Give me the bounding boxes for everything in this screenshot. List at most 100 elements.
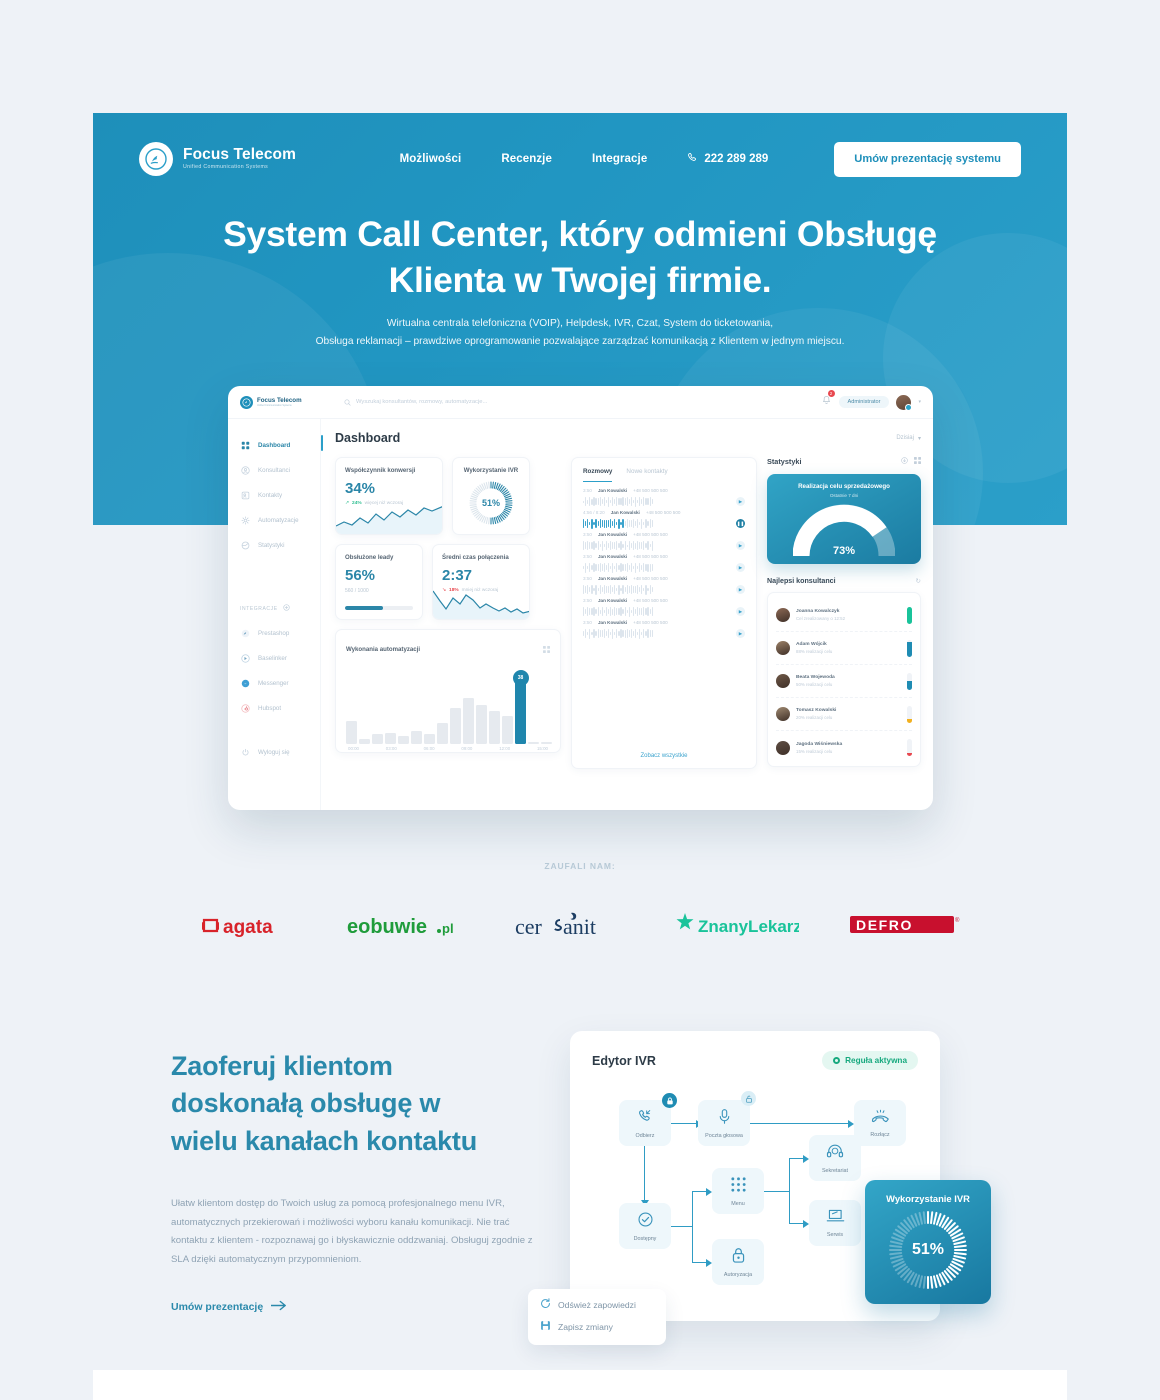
conversation-waveform: ▶ [583,562,745,573]
waveform-bar [614,541,616,550]
card-sales-goal: Realizacja celu sprzedażowego Ostatnie 7… [767,474,921,564]
download-icon[interactable] [901,457,908,466]
sidebar-integration-prestashop[interactable]: Prestashop [240,621,320,646]
conversation-row[interactable]: 3:50 Jan Kowalski +48 500 500 500 ▶ [583,598,745,617]
consultant-row[interactable]: Beata Wojewoda 50% realizacji celu [776,665,912,698]
lock-open-icon[interactable] [741,1091,756,1106]
refresh-announcements-button[interactable]: Odśwież zapowiedzi [540,1298,654,1311]
play-button[interactable]: ▶ [736,541,745,550]
sidebar-integration-messenger[interactable]: Messenger [240,671,320,696]
sidebar-item-konsultanci[interactable]: Konsultanci [240,458,320,483]
waveform-bar [649,543,651,548]
see-all-link[interactable]: Zobacz wszystkie [572,747,756,768]
add-integration-icon[interactable] [283,604,290,613]
waveform-bar [587,518,589,529]
consultant-row[interactable]: Tomasz Kowalski 20% realizacji celu [776,698,912,731]
tab-nowe-kontakty[interactable]: Nowe kontakty [626,468,667,482]
conversation-row[interactable]: 3:50 Jan Kowalski +48 500 500 500 ▶ [583,620,745,639]
waveform-bar [603,610,605,613]
play-button[interactable]: ▶ [736,607,745,616]
play-button[interactable]: ▶ [736,497,745,506]
notifications-button[interactable]: 2 [821,390,835,411]
axis-tick-label: 00:00 [348,746,359,751]
ivr-node-menu[interactable]: Menu [712,1168,764,1214]
refresh-icon[interactable]: ↻ [916,577,921,585]
expand-icon[interactable] [914,457,921,466]
brand-logo[interactable]: Focus Telecom Unified Communication Syst… [139,142,296,176]
chevron-down-icon[interactable]: ▾ [918,399,921,405]
lock-closed-icon[interactable] [662,1093,677,1108]
waveform-bar [605,499,608,504]
card-title: Obsłużone leady [345,554,394,561]
waveform-bar [601,520,603,527]
sidebar-item-statystyki[interactable]: Statystyki [240,533,320,558]
avatar[interactable] [896,394,913,411]
waveform-bar [614,607,616,616]
conversation-time: 3:50 [583,532,592,537]
waveform-bar [630,562,632,573]
sidebar-item-kontakty[interactable]: Kontakty [240,483,320,508]
feature-cta-link[interactable]: Umów prezentację [171,1300,287,1314]
ivr-node-autoryzacja[interactable]: Autoryzacja [712,1239,764,1285]
bar [476,704,487,744]
consultant-row[interactable]: Adam Wójcik 88% realizacji celu [776,632,912,665]
bar-value-bubble: 38 [512,670,529,686]
nav-item-recenzje[interactable]: Recenzje [501,153,552,165]
microphone-icon [717,1108,732,1130]
waveform-bar [618,584,620,595]
play-button[interactable]: ▶ [736,629,745,638]
waveform-bar [593,497,595,506]
waveform-bar [585,562,587,573]
svg-text:cer: cer [515,914,543,939]
conversation-phone: +48 500 500 500 [633,576,668,581]
nav-item-mozliwosci[interactable]: Możliwości [400,153,462,165]
waveform-bar [649,518,651,529]
sidebar-item-dashboard[interactable]: Dashboard [240,433,320,458]
flow-edge [692,1191,694,1263]
dashboard-logo: Focus Telecom Unified Communication Syst… [240,395,328,409]
waveform-bar [585,586,587,593]
search-input[interactable]: Wyszukaj konsultantów, rozmowy, automaty… [344,393,487,411]
nav-item-integracje[interactable]: Integracje [592,153,647,165]
conversation-row[interactable]: 3:50 Jan Kowalski +48 500 500 500 ▶ [583,532,745,551]
ivr-node-odbierz[interactable]: Odbierz [619,1100,671,1146]
ivr-node-serwis[interactable]: Serwis [809,1200,861,1246]
user-role-chip[interactable]: Administrator [838,396,890,408]
save-changes-button[interactable]: Zapisz zmiany [540,1320,654,1333]
tab-rozmowy[interactable]: Rozmowy [583,468,613,482]
sidebar-item-automatyzacje[interactable]: Automatyzacje [240,508,320,533]
flow-edge [750,1123,850,1125]
card-conversion-rate: Współczynnik konwersji 34% ↗ 24% więcej … [335,457,443,535]
consultant-row[interactable]: Joanna Kowalczyk Cel zrealizowany o 12:52 [776,599,912,632]
client-logo-defro: DEFRO ® [850,912,960,938]
sidebar-integration-hubspot[interactable]: Hubspot [240,696,320,721]
waveform-bar [620,563,622,572]
expand-icon[interactable] [543,640,550,658]
waveform-bar [637,518,639,529]
play-button[interactable]: ▶ [736,563,745,572]
ivr-node-rozlacz[interactable]: Rozłącz [854,1100,906,1146]
waveform-bar [587,499,589,504]
phone-link[interactable]: 222 289 289 [687,152,768,166]
sidebar-integration-baselinker[interactable]: Baselinker [240,646,320,671]
ivr-node-dostepny[interactable]: Dostępny [619,1203,671,1249]
bar [489,711,500,744]
period-selector[interactable]: Dzisiaj ▾ [896,435,921,442]
waveform-bar [628,519,630,528]
ivr-node-sekretariat[interactable]: Sekretariat [809,1135,861,1181]
conversation-row[interactable]: 3:50 Jan Kowalski +48 500 500 500 ▶ [583,488,745,507]
logout-button[interactable]: Wyloguj się [240,747,320,758]
conversation-row[interactable]: 3:50 Jan Kowalski +48 500 500 500 ▶ [583,554,745,573]
waveform-bar [647,521,649,526]
play-button[interactable]: ▶ [736,585,745,594]
card-value: 56% [345,567,376,584]
sidebar-label: Statystyki [258,542,285,549]
pause-button[interactable]: ❚❚ [736,519,745,528]
ivr-node-poczta-glosowa[interactable]: Poczta głosowa [698,1100,750,1146]
ivr-node-label: Dostępny [633,1235,657,1242]
book-demo-button[interactable]: Umów prezentację systemu [834,141,1021,177]
consultant-row[interactable]: Jagoda Wiśniewska 15% realizacji celu [776,731,912,764]
waveform-bar [620,607,622,616]
conversation-row[interactable]: 3:50 Jan Kowalski +48 500 500 500 ▶ [583,576,745,595]
conversation-row[interactable]: 4:56 / 8:20 Jan Kowalski +48 500 500 500 ❚❚ [583,510,745,529]
